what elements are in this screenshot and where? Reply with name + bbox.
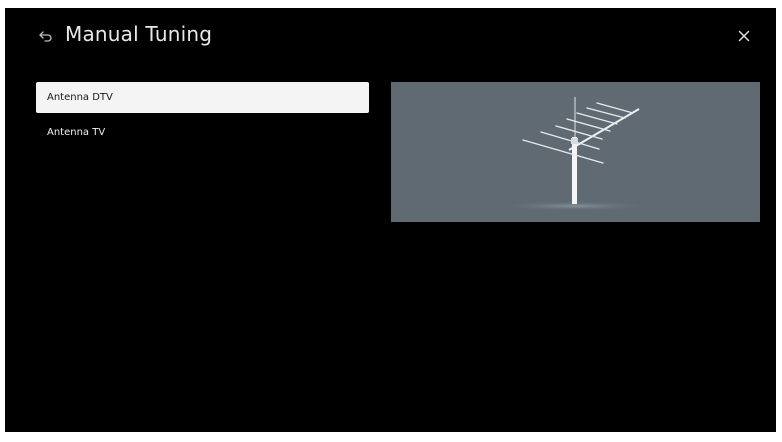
- antenna-icon: [495, 97, 655, 211]
- close-icon: [738, 30, 750, 42]
- tv-screen: Manual Tuning Antenna DTV Antenna TV: [5, 8, 776, 432]
- preview-panel: [391, 82, 760, 222]
- menu-item-antenna-tv[interactable]: Antenna TV: [36, 117, 369, 148]
- menu-item-label: Antenna DTV: [47, 92, 113, 103]
- back-arrow-icon: [39, 31, 52, 42]
- menu-item-antenna-dtv[interactable]: Antenna DTV: [36, 82, 369, 113]
- tuning-type-list: Antenna DTV Antenna TV: [36, 82, 369, 152]
- header: Manual Tuning: [5, 8, 776, 68]
- page-title: Manual Tuning: [65, 22, 213, 46]
- menu-item-label: Antenna TV: [47, 127, 106, 138]
- back-button[interactable]: [35, 25, 57, 47]
- close-button[interactable]: [734, 26, 754, 46]
